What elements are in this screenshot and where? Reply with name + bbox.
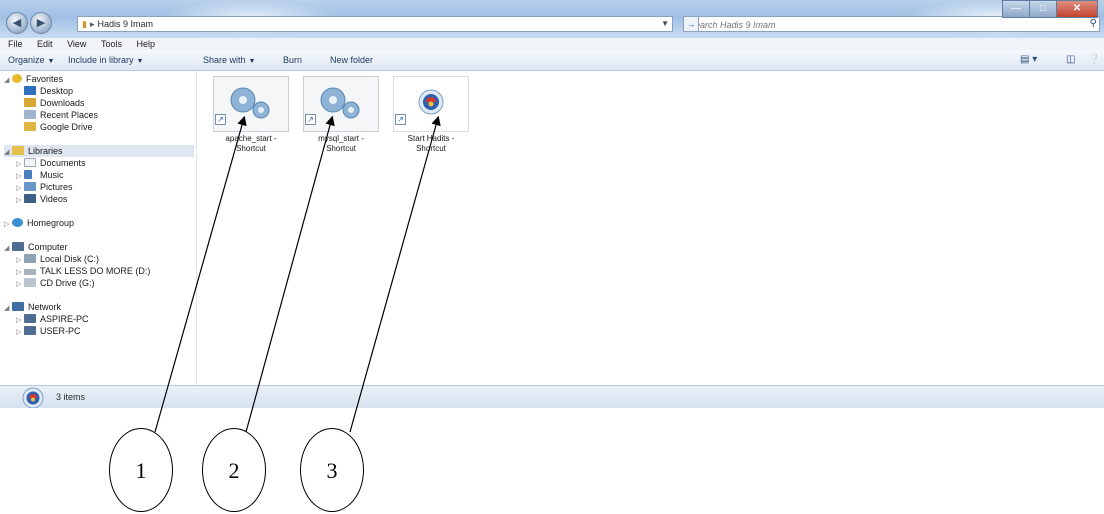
file-label: Start Hadits - Shortcut <box>407 134 455 153</box>
navigation-pane: ◢ Favorites Desktop Downloads Recent Plac… <box>0 71 197 385</box>
drive-icon <box>24 269 36 275</box>
nav-item-downloads[interactable]: Downloads <box>24 97 85 109</box>
expand-icon[interactable]: ◢ <box>4 147 12 159</box>
expand-icon[interactable]: ◢ <box>4 303 12 315</box>
status-bar: 3 items <box>0 385 1104 408</box>
expand-icon[interactable]: ▷ <box>16 279 24 291</box>
music-icon <box>24 170 32 179</box>
help-icon[interactable]: ❔ <box>1088 54 1100 66</box>
address-path: Hadis 9 Imam <box>97 19 154 29</box>
change-view-icon[interactable]: ▤ ▾ <box>1020 54 1037 66</box>
forward-button[interactable]: ▶ <box>30 12 52 34</box>
pc-icon <box>24 326 36 335</box>
file-label: apache_start - Shortcut <box>225 134 277 153</box>
nav-homegroup[interactable]: ▷ Homegroup <box>4 217 74 229</box>
downloads-icon <box>24 98 36 107</box>
desktop-icon <box>24 86 36 95</box>
nav-item-google-drive[interactable]: Google Drive <box>24 121 93 133</box>
preview-pane-icon[interactable]: ◫ <box>1066 54 1075 66</box>
command-bar: Organize ▼ Include in library ▼ Share with… <box>0 50 1104 71</box>
organize-button[interactable]: Organize ▼ <box>8 54 54 68</box>
annotation-circle-2: 2 <box>202 428 266 512</box>
star-icon <box>12 74 22 83</box>
pc-icon <box>24 314 36 323</box>
nav-computer[interactable]: ◢ Computer <box>4 241 68 253</box>
videos-icon <box>24 194 36 203</box>
dropdown-arrow-icon: ▼ <box>47 58 55 65</box>
include-in-library-button[interactable]: Include in library ▼ <box>68 54 143 68</box>
local-disk-icon <box>24 254 36 263</box>
search-box[interactable]: ⚲ <box>684 16 1100 33</box>
menu-tools[interactable]: Tools <box>101 38 122 50</box>
burn-button[interactable]: Burn <box>283 54 302 66</box>
shortcut-arrow-icon: ↗ <box>305 114 316 125</box>
nav-item-documents[interactable]: ▷ Documents <box>16 157 86 169</box>
menu-bar: File Edit View Tools Help <box>0 38 1104 50</box>
annotation-circle-1: 1 <box>109 428 173 512</box>
item-count: 3 items <box>56 392 86 402</box>
homegroup-icon <box>12 218 23 227</box>
expand-icon[interactable]: ◢ <box>4 243 12 255</box>
chevron-right-icon: ▸ <box>89 19 95 29</box>
share-with-button[interactable]: Share with ▼ <box>203 54 255 68</box>
annotation-circle-3: 3 <box>300 428 364 512</box>
nav-item-music[interactable]: ▷ Music <box>16 169 64 181</box>
computer-icon <box>12 242 24 251</box>
file-apache-start-shortcut[interactable]: ↗ apache_start - Shortcut <box>203 74 289 153</box>
search-icon[interactable]: ⚲ <box>1090 18 1097 29</box>
search-input[interactable] <box>685 17 1071 33</box>
expand-icon[interactable]: ▷ <box>16 327 24 339</box>
file-mysql-start-shortcut[interactable]: ↗ mysql_start - Shortcut <box>293 74 379 153</box>
shortcut-arrow-icon: ↗ <box>395 114 406 125</box>
refresh-button[interactable]: → <box>683 16 699 32</box>
new-folder-button[interactable]: New folder <box>330 54 373 66</box>
dropdown-arrow-icon: ▼ <box>248 58 256 65</box>
expand-icon[interactable]: ▷ <box>16 195 24 207</box>
explorer-window: ◀ ▶ ▮▸Hadis 9 Imam ▼ ⚲ → — □ ✕ File Edit… <box>0 0 1104 408</box>
recent-places-icon <box>24 110 36 119</box>
nav-item-aspire-pc[interactable]: ▷ ASPIRE-PC <box>16 313 89 325</box>
network-icon <box>12 302 24 311</box>
nav-item-user-pc[interactable]: ▷ USER-PC <box>16 325 81 337</box>
libraries-icon <box>12 146 24 155</box>
menu-edit[interactable]: Edit <box>37 38 53 50</box>
nav-item-talk-less-do-more[interactable]: ▷ TALK LESS DO MORE (D:) <box>16 265 150 277</box>
file-list: ↗ apache_start - Shortcut ↗ mysql_start -… <box>197 71 1104 385</box>
nav-item-pictures[interactable]: ▷ Pictures <box>16 181 73 193</box>
pictures-icon <box>24 182 36 191</box>
back-button[interactable]: ◀ <box>6 12 28 34</box>
nav-favorites[interactable]: ◢ Favorites <box>4 73 63 85</box>
close-button[interactable]: ✕ <box>1056 0 1098 18</box>
dropdown-arrow-icon: ▼ <box>136 58 144 65</box>
title-bar: ◀ ▶ ▮▸Hadis 9 Imam ▼ ⚲ → — □ ✕ <box>0 0 1104 38</box>
folder-icon: ▮ <box>82 19 87 29</box>
address-bar[interactable]: ▮ ▸ Hadis 9 Imam ▼ <box>77 16 673 32</box>
cd-drive-icon <box>24 278 36 287</box>
nav-libraries[interactable]: ◢ Libraries <box>4 145 194 157</box>
nav-item-desktop[interactable]: Desktop <box>24 85 73 97</box>
expand-icon[interactable]: ◢ <box>4 75 12 87</box>
nav-item-videos[interactable]: ▷ Videos <box>16 193 67 205</box>
documents-icon <box>24 158 36 167</box>
menu-file[interactable]: File <box>8 38 23 50</box>
file-label: mysql_start - Shortcut <box>318 134 364 153</box>
window-controls: — □ ✕ <box>1002 0 1098 18</box>
shortcut-arrow-icon: ↗ <box>215 114 226 125</box>
chevron-down-icon[interactable]: ▼ <box>661 17 669 31</box>
google-drive-icon <box>24 122 36 131</box>
nav-item-cd-drive[interactable]: ▷ CD Drive (G:) <box>16 277 95 289</box>
app-logo-icon <box>22 387 44 408</box>
file-start-hadits-shortcut[interactable]: ↗ Start Hadits - Shortcut <box>383 74 469 153</box>
nav-item-local-disk[interactable]: ▷ Local Disk (C:) <box>16 253 99 265</box>
menu-help[interactable]: Help <box>136 38 155 50</box>
nav-item-recent-places[interactable]: Recent Places <box>24 109 98 121</box>
expand-icon[interactable]: ▷ <box>4 219 12 231</box>
maximize-button[interactable]: □ <box>1029 0 1057 18</box>
minimize-button[interactable]: — <box>1002 0 1030 18</box>
nav-network[interactable]: ◢ Network <box>4 301 61 313</box>
menu-view[interactable]: View <box>67 38 86 50</box>
